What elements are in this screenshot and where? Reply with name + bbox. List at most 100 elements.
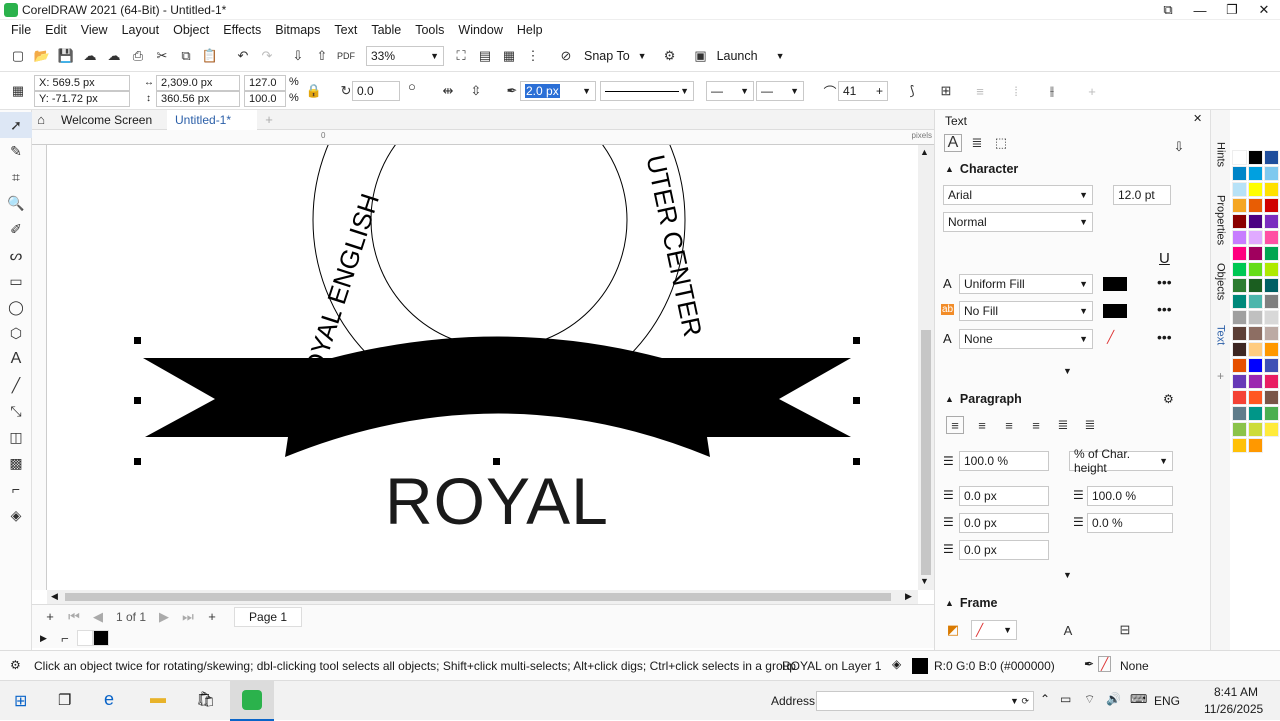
- palette-swatch[interactable]: [1248, 278, 1263, 293]
- snap-off-icon[interactable]: ⊘: [557, 47, 575, 65]
- publish-pdf-icon[interactable]: PDF: [337, 47, 355, 65]
- tab-welcome-screen[interactable]: Welcome Screen: [53, 110, 167, 130]
- side-tab-text[interactable]: Text: [1215, 325, 1227, 345]
- palette-swatch[interactable]: [1264, 182, 1279, 197]
- align-left-icon[interactable]: ≡: [973, 416, 991, 434]
- restore-button[interactable]: ❐: [1216, 0, 1248, 20]
- palette-swatch[interactable]: [1232, 198, 1247, 213]
- miter-limit-field[interactable]: 41 +: [838, 81, 888, 101]
- pick-tool-icon[interactable]: ➚: [0, 112, 32, 138]
- snap-to-dropdown[interactable]: Snap To: [584, 49, 630, 63]
- first-page-icon[interactable]: ⏮: [65, 608, 83, 626]
- selection-handle[interactable]: [493, 337, 500, 344]
- background-fill-more-icon[interactable]: •••: [1157, 301, 1172, 317]
- paragraph-expand-icon[interactable]: ▼: [1063, 570, 1072, 580]
- crop-tool-icon[interactable]: ⌗: [0, 164, 32, 190]
- scroll-right-icon[interactable]: ▶: [905, 591, 912, 602]
- curve-tool-icon[interactable]: ⟆: [903, 82, 921, 100]
- char-spacing-field[interactable]: 100.0 %: [1087, 486, 1173, 506]
- status-fill-swatch[interactable]: [912, 658, 928, 674]
- palette-swatch[interactable]: [1264, 406, 1279, 421]
- palette-swatch[interactable]: [1264, 214, 1279, 229]
- start-arrowhead-field[interactable]: — ▼: [706, 81, 754, 101]
- palette-swatch[interactable]: [1248, 166, 1263, 181]
- connector-tool-icon[interactable]: ⤡: [0, 398, 32, 424]
- selection-handle[interactable]: [134, 397, 141, 404]
- palette-swatch[interactable]: [1264, 374, 1279, 389]
- palette-swatch[interactable]: [1248, 150, 1263, 165]
- scroll-down-icon[interactable]: ▼: [920, 576, 929, 586]
- paragraph-tab-icon[interactable]: ≣: [968, 134, 986, 152]
- menu-view[interactable]: View: [81, 23, 108, 37]
- frame-tab-icon[interactable]: ⬚: [992, 134, 1010, 152]
- cut-icon[interactable]: ✂: [153, 47, 171, 65]
- home-icon[interactable]: ⌂: [32, 111, 50, 129]
- height-field[interactable]: 360.56 px: [156, 91, 240, 107]
- mirror-horizontal-icon[interactable]: ⇹: [439, 82, 457, 100]
- menu-help[interactable]: Help: [517, 23, 543, 37]
- line-spacing-unit-field[interactable]: % of Char. height ▼: [1069, 447, 1173, 475]
- palette-swatch[interactable]: [1264, 422, 1279, 437]
- docker-close-icon[interactable]: ✕: [1193, 112, 1202, 125]
- royal-text[interactable]: ROYAL: [385, 463, 609, 539]
- file-explorer-icon[interactable]: ▬: [150, 690, 166, 708]
- vertical-scrollbar[interactable]: ▲ ▼: [918, 145, 934, 590]
- palette-swatch[interactable]: [1264, 294, 1279, 309]
- background-fill-field[interactable]: No Fill ▼: [959, 301, 1093, 321]
- character-section-header[interactable]: ▲ Character: [945, 162, 1018, 176]
- palette-swatch[interactable]: [1232, 310, 1247, 325]
- line-spacing-field[interactable]: 100.0 %: [959, 451, 1049, 471]
- add-page-after-icon[interactable]: +: [203, 608, 221, 626]
- palette-swatch[interactable]: [1264, 262, 1279, 277]
- side-tab-properties[interactable]: Properties: [1215, 195, 1227, 245]
- frame-background-field[interactable]: ╱ ▼: [971, 620, 1017, 640]
- ime-icon[interactable]: ⌨: [1130, 692, 1147, 706]
- menu-table[interactable]: Table: [371, 23, 401, 37]
- palette-swatch[interactable]: [1232, 406, 1247, 421]
- palette-black[interactable]: [92, 630, 109, 646]
- previous-page-icon[interactable]: ◀: [89, 608, 107, 626]
- force-justify-icon[interactable]: ≣: [1081, 416, 1099, 434]
- menu-edit[interactable]: Edit: [45, 23, 67, 37]
- paste-icon[interactable]: 📋: [201, 47, 219, 65]
- copy-icon[interactable]: ⧉: [177, 47, 195, 65]
- palette-swatch[interactable]: [1232, 230, 1247, 245]
- palette-swatch[interactable]: [1232, 342, 1247, 357]
- underline-icon[interactable]: U: [1159, 250, 1170, 267]
- freehand-tool-icon[interactable]: ✐: [0, 216, 32, 242]
- text-fill-more-icon[interactable]: •••: [1157, 274, 1172, 290]
- palette-swatch[interactable]: [1232, 358, 1247, 373]
- redo-icon[interactable]: ↷: [258, 47, 276, 65]
- start-icon[interactable]: ⊞: [14, 691, 27, 711]
- selection-handle[interactable]: [853, 337, 860, 344]
- shape-tool-icon[interactable]: ✎: [0, 138, 32, 164]
- palette-swatch[interactable]: [1232, 374, 1247, 389]
- palette-swatch[interactable]: [1264, 326, 1279, 341]
- vertical-scroll-thumb[interactable]: [921, 330, 931, 575]
- palette-swatch[interactable]: [1248, 230, 1263, 245]
- palette-swatch[interactable]: [1264, 358, 1279, 373]
- address-bar-input[interactable]: ▼ ⟳: [816, 691, 1034, 711]
- new-document-icon[interactable]: ▢: [9, 47, 27, 65]
- outline-pen-icon[interactable]: ✒: [503, 82, 521, 100]
- palette-swatch[interactable]: [1232, 438, 1247, 453]
- task-view-icon[interactable]: ❐: [58, 691, 71, 709]
- align-right-icon[interactable]: ≡: [1027, 416, 1045, 434]
- open-icon[interactable]: 📂: [33, 47, 51, 65]
- selection-handle[interactable]: [853, 458, 860, 465]
- palette-swatch[interactable]: [1248, 262, 1263, 277]
- undo-icon[interactable]: ↶: [234, 47, 252, 65]
- text-fill-field[interactable]: Uniform Fill ▼: [959, 274, 1093, 294]
- cloud-download-icon[interactable]: ☁: [105, 47, 123, 65]
- tab-untitled-1[interactable]: Untitled-1*: [167, 109, 257, 130]
- rotation-angle-field[interactable]: 0.0: [352, 81, 400, 101]
- selection-handle[interactable]: [134, 337, 141, 344]
- launch-chevron-icon[interactable]: ▼: [776, 51, 785, 61]
- minimize-button[interactable]: —: [1184, 0, 1216, 20]
- lock-ratio-icon[interactable]: 🔒: [305, 82, 323, 100]
- store-icon[interactable]: 🛍: [196, 690, 215, 708]
- palette-eyedropper-icon[interactable]: ⌐: [56, 629, 74, 647]
- palette-swatch[interactable]: [1264, 310, 1279, 325]
- palette-swatch[interactable]: [1232, 326, 1247, 341]
- page-1-tab[interactable]: Page 1: [234, 606, 303, 627]
